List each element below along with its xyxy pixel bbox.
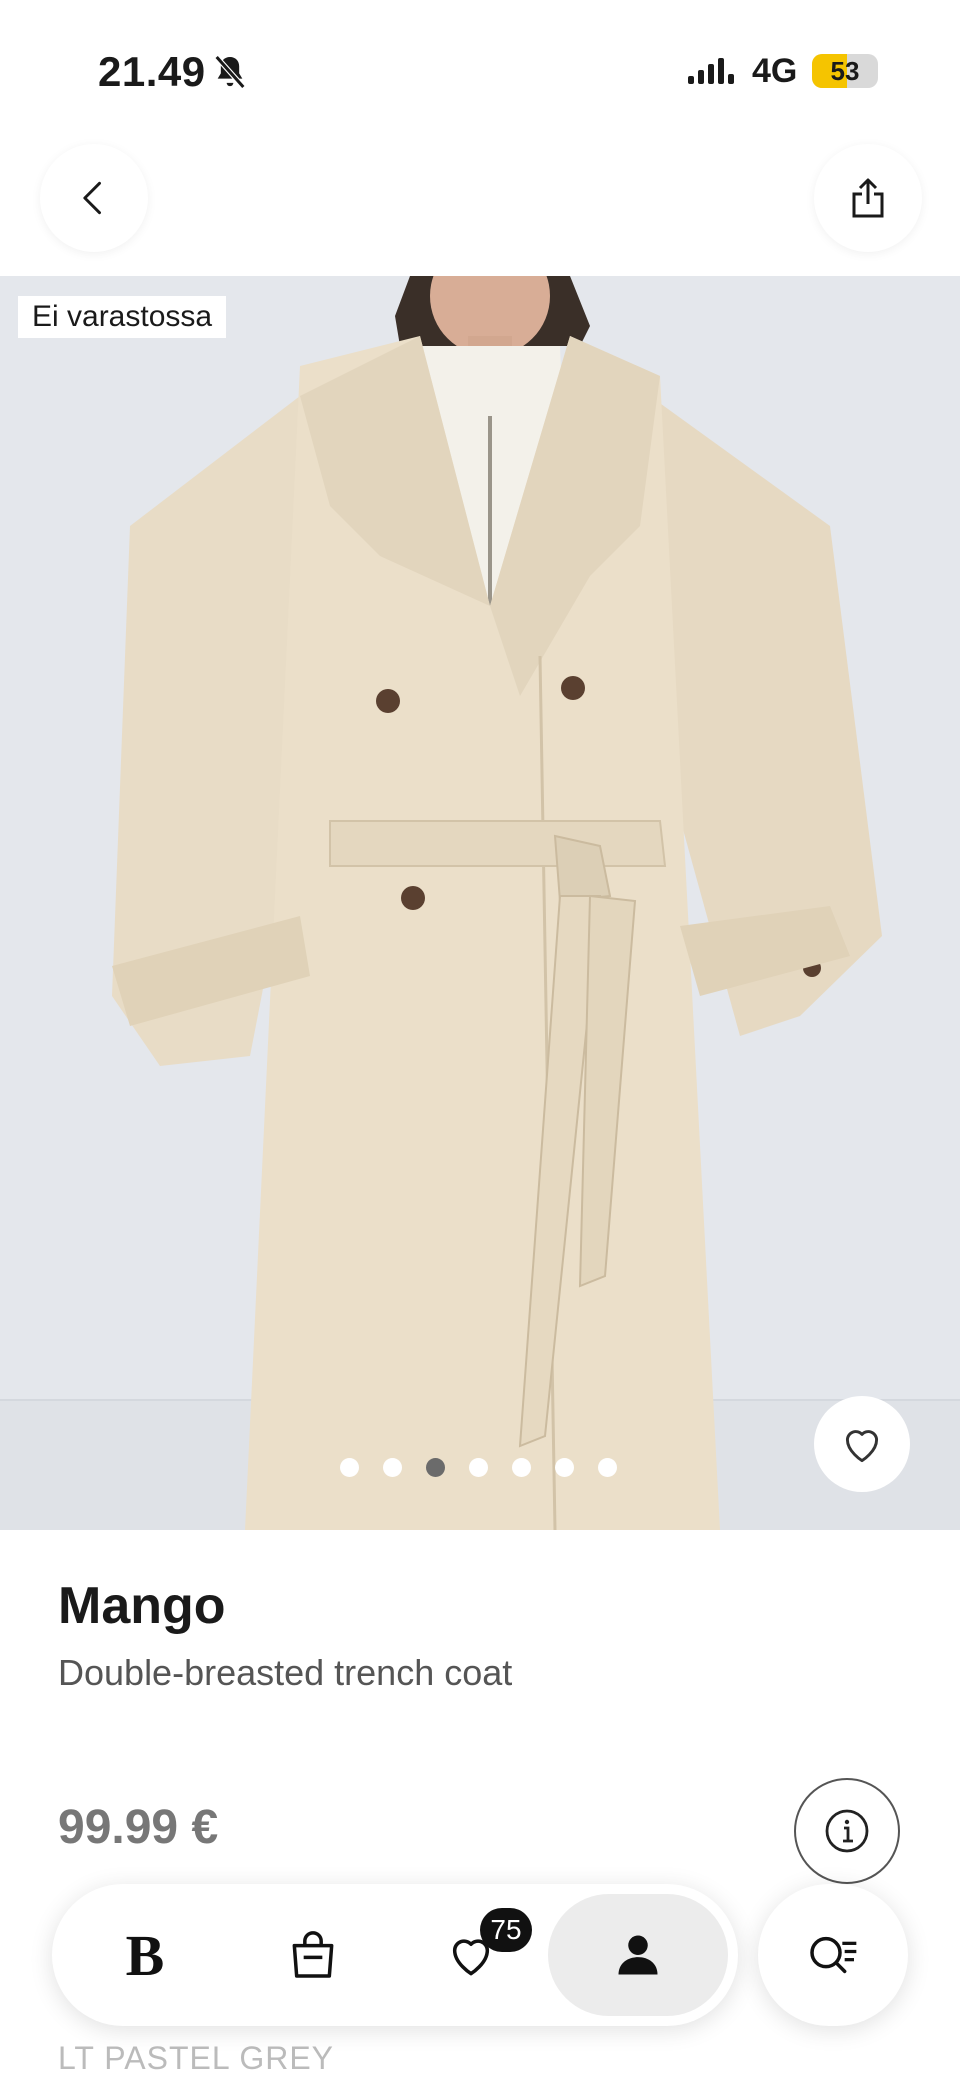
user-icon: [618, 1935, 658, 1975]
share-button[interactable]: [814, 144, 922, 252]
battery-indicator: 53: [812, 54, 878, 88]
nav-favorites[interactable]: 75: [396, 1884, 546, 2026]
pagination-dot[interactable]: [469, 1458, 488, 1477]
info-button[interactable]: [794, 1778, 900, 1884]
battery-level: 53: [830, 56, 860, 86]
search-list-icon: [810, 1936, 857, 1974]
trench-coat-illustration: [0, 276, 960, 1530]
product-color: LT PASTEL GREY: [58, 2040, 335, 2076]
pagination-dot[interactable]: [340, 1458, 359, 1477]
network-type: 4G: [752, 52, 798, 90]
home-logo: B: [125, 1922, 165, 1988]
signal-icon: [688, 58, 734, 84]
back-button[interactable]: [40, 144, 148, 252]
pagination-dot[interactable]: [598, 1458, 617, 1477]
chevron-left-icon: [83, 181, 101, 215]
product-image[interactable]: [0, 276, 960, 1530]
gallery-pagination[interactable]: [340, 1458, 617, 1477]
pagination-dot[interactable]: [555, 1458, 574, 1477]
heart-icon: [845, 1430, 879, 1463]
shopping-bag-icon: [292, 1931, 334, 1978]
share-icon: [852, 178, 884, 218]
status-time: 21.49: [98, 48, 206, 95]
favorite-button[interactable]: [814, 1396, 910, 1492]
pagination-dot[interactable]: [512, 1458, 531, 1477]
stock-status-badge: Ei varastossa: [18, 296, 227, 338]
favorites-count-badge: 75: [480, 1908, 532, 1952]
bottom-navigation: B 75: [52, 1884, 738, 2026]
pagination-dot[interactable]: [383, 1458, 402, 1477]
nav-profile[interactable]: [548, 1894, 728, 2016]
product-brand: Mango: [58, 1577, 226, 1635]
nav-bag[interactable]: [238, 1884, 388, 2026]
status-bar: 21.49 4G 53: [0, 0, 960, 140]
nav-home[interactable]: B: [70, 1884, 220, 2026]
info-icon: [825, 1809, 869, 1853]
product-price: 99.99 €: [58, 1801, 219, 1854]
pagination-dot[interactable]: [426, 1458, 445, 1477]
bell-slash-icon: [214, 55, 246, 89]
search-button[interactable]: [758, 1884, 908, 2026]
product-name: Double-breasted trench coat: [58, 1652, 513, 1693]
